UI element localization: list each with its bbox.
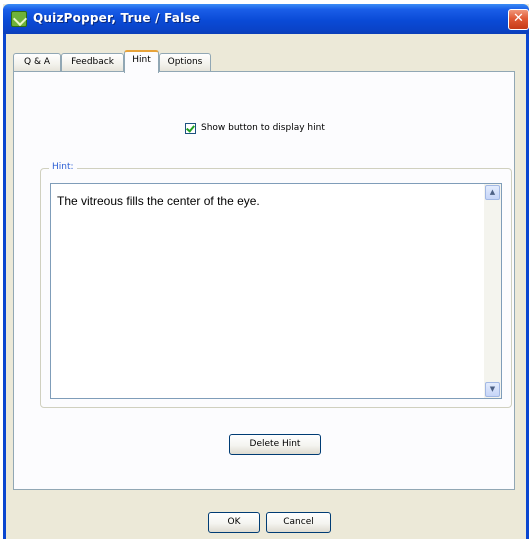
window-frame-left [3, 34, 6, 539]
show-hint-button-option[interactable]: Show button to display hint [185, 120, 325, 136]
hint-text: The vitreous fills the center of the eye… [57, 194, 260, 208]
dialog-window: QuizPopper, True / False ✕ Q & A Feedbac… [3, 4, 529, 539]
delete-hint-button[interactable]: Delete Hint [229, 434, 321, 455]
hint-tab-panel: Show button to display hint Hint: The vi… [13, 71, 515, 490]
show-hint-button-checkbox[interactable] [185, 122, 196, 134]
tab-feedback[interactable]: Feedback [61, 53, 124, 71]
hint-textarea[interactable]: The vitreous fills the center of the eye… [50, 183, 502, 399]
hint-group: Hint: The vitreous fills the center of t… [40, 162, 512, 408]
scroll-down-arrow-icon[interactable]: ▼ [485, 382, 500, 397]
window-title: QuizPopper, True / False [33, 11, 201, 25]
app-icon [11, 11, 27, 27]
show-hint-button-label: Show button to display hint [201, 123, 325, 133]
ok-button[interactable]: OK [208, 512, 260, 533]
hint-scrollbar[interactable]: ▲ ▼ [484, 184, 501, 398]
tab-q-and-a[interactable]: Q & A [13, 53, 61, 71]
window-frame-right [526, 34, 529, 539]
title-bar[interactable]: QuizPopper, True / False ✕ [3, 4, 529, 34]
hint-group-label: Hint: [49, 162, 77, 172]
cancel-button[interactable]: Cancel [266, 512, 331, 533]
scroll-up-arrow-icon[interactable]: ▲ [485, 185, 500, 200]
close-button[interactable]: ✕ [508, 9, 529, 30]
tab-options[interactable]: Options [159, 53, 211, 71]
tab-hint[interactable]: Hint [124, 50, 159, 73]
